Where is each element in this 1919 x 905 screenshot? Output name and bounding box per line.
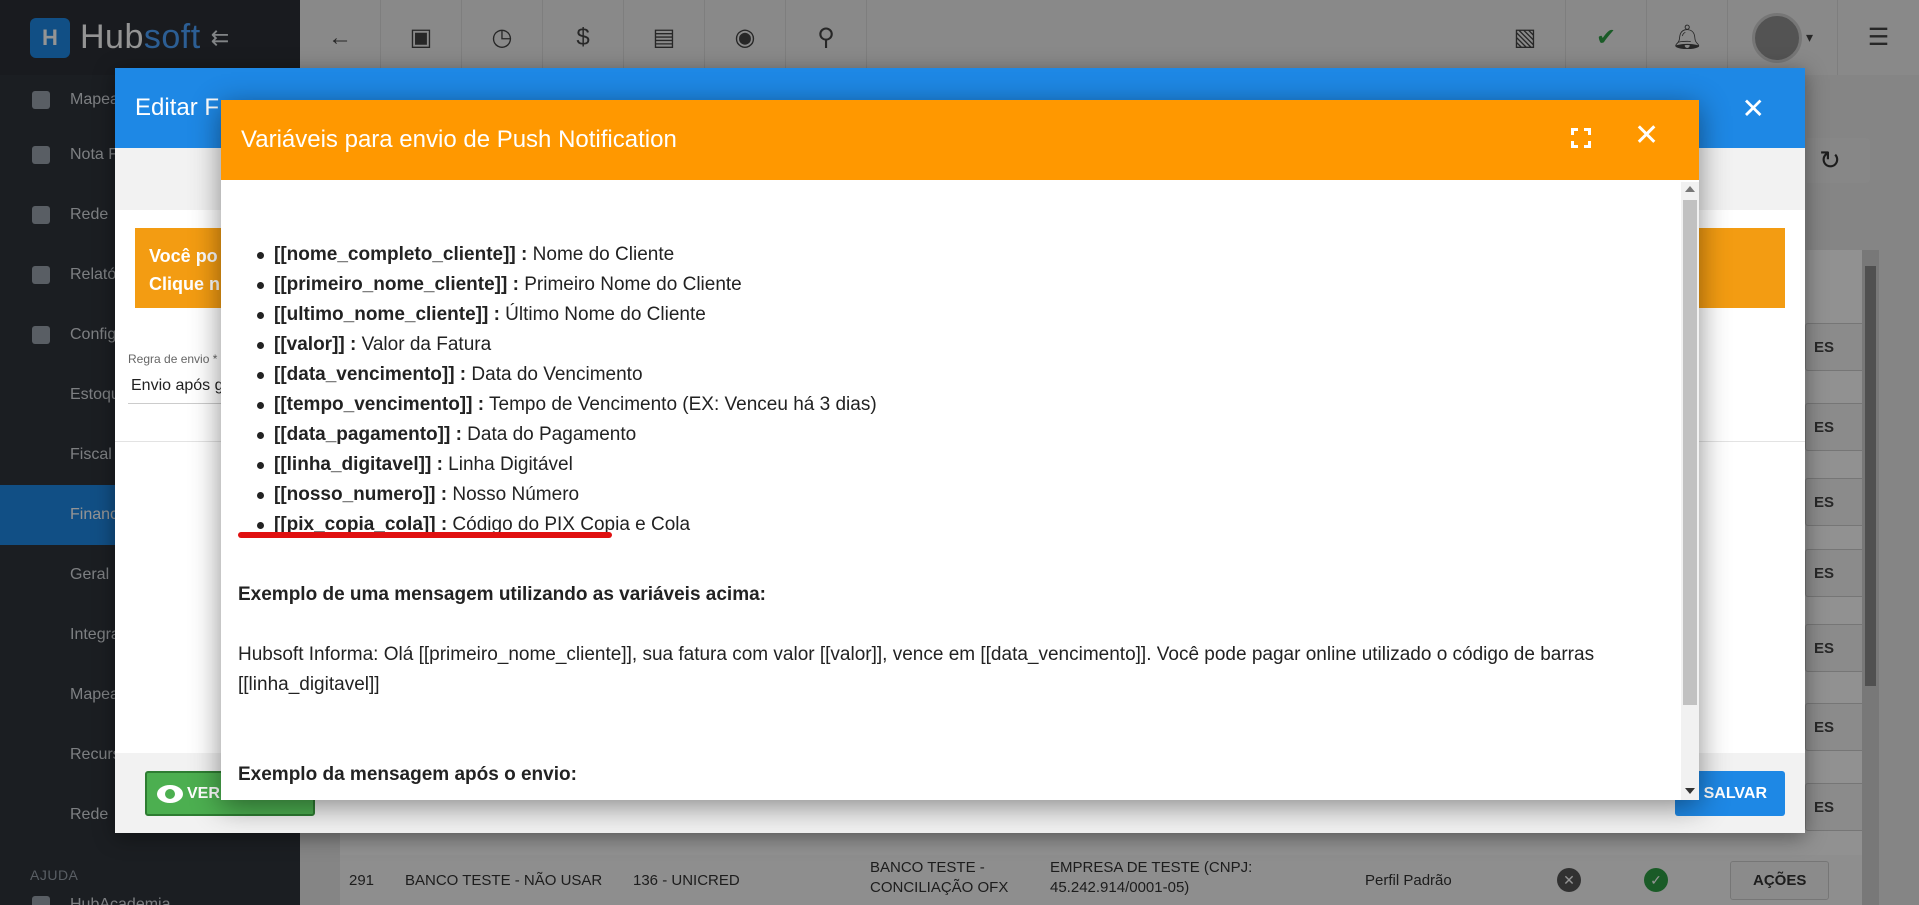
example-title: Exemplo de uma mensagem utilizando as va…: [238, 584, 766, 605]
list-item: [[valor]] : Valor da Fatura: [257, 330, 1664, 360]
list-item: [[tempo_vencimento]] : Tempo de Vencimen…: [257, 390, 1664, 420]
push-modal-title: Variáveis para envio de Push Notificatio…: [241, 126, 677, 153]
regra-envio-label: Regra de envio *: [128, 352, 218, 366]
after-send-title: Exemplo da mensagem após o envio:: [238, 764, 577, 785]
variable-list: [[nome_completo_cliente]] : Nome do Clie…: [257, 240, 1664, 540]
push-modal-scrollbar-thumb[interactable]: [1683, 200, 1697, 705]
regra-envio-select[interactable]: Envio após g: [131, 377, 224, 395]
push-variables-modal: Variáveis para envio de Push Notificatio…: [221, 100, 1699, 800]
eye-icon: [157, 784, 183, 803]
list-item: [[primeiro_nome_cliente]] : Primeiro Nom…: [257, 270, 1664, 300]
example-text: Hubsoft Informa: Olá [[primeiro_nome_cli…: [238, 644, 1595, 695]
fullscreen-icon[interactable]: [1571, 128, 1591, 148]
scroll-up-icon[interactable]: [1685, 186, 1695, 192]
close-icon[interactable]: ✕: [1634, 118, 1659, 153]
list-item: [[nome_completo_cliente]] : Nome do Clie…: [257, 240, 1664, 270]
edit-modal-close-icon[interactable]: ✕: [1742, 92, 1765, 125]
push-modal-header: Variáveis para envio de Push Notificatio…: [221, 100, 1699, 180]
list-item: [[ultimo_nome_cliente]] : Último Nome do…: [257, 300, 1664, 330]
highlight-underline: [238, 532, 612, 538]
push-modal-body: [[nome_completo_cliente]] : Nome do Clie…: [221, 180, 1681, 800]
edit-modal-title: Editar F: [135, 94, 220, 121]
list-item: [[data_vencimento]] : Data do Vencimento: [257, 360, 1664, 390]
push-modal-scrollbar[interactable]: [1681, 182, 1699, 800]
list-item: [[data_pagamento]] : Data do Pagamento: [257, 420, 1664, 450]
list-item: [[linha_digitavel]] : Linha Digitável: [257, 450, 1664, 480]
scroll-down-icon[interactable]: [1685, 788, 1695, 794]
list-item: [[nosso_numero]] : Nosso Número: [257, 480, 1664, 510]
